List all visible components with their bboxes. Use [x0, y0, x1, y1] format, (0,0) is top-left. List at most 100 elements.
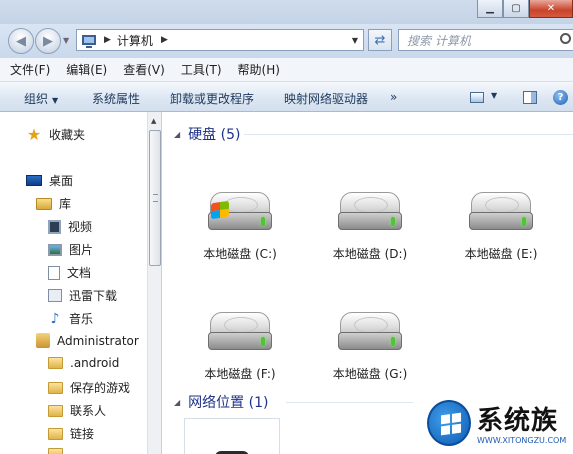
address-bar[interactable]: ▶ 计算机 ▶ ▼ — [76, 29, 364, 51]
scroll-up-icon[interactable]: ▲ — [151, 117, 156, 125]
nav-scrollbar[interactable]: ▲ — [147, 112, 162, 454]
chevron-down-icon: ▼ — [52, 96, 59, 105]
nav-item-label: 迅雷下载 — [69, 289, 118, 303]
document-icon — [48, 265, 60, 280]
change-view-icon[interactable] — [470, 92, 484, 103]
games-folder-icon — [48, 381, 63, 394]
nav-item-videos[interactable]: 视频 — [48, 218, 92, 235]
menu-edit[interactable]: 编辑(E) — [66, 61, 107, 78]
organize-button[interactable]: 组织 ▼ — [24, 90, 58, 107]
chevron-down-icon[interactable]: ▼ — [347, 30, 363, 50]
more-commands-button[interactable]: » — [390, 90, 397, 104]
maximize-button[interactable]: ▢ — [503, 0, 529, 18]
chevron-down-icon[interactable]: ▼ — [491, 91, 497, 100]
drive-label: 本地磁盘 (D:) — [332, 247, 408, 261]
group-title: 硬盘 (5) — [188, 127, 241, 143]
nav-item-links[interactable]: 链接 — [48, 425, 94, 442]
menu-help[interactable]: 帮助(H) — [238, 61, 280, 78]
menu-tools[interactable]: 工具(T) — [181, 61, 222, 78]
refresh-icon: ⇄ — [374, 32, 386, 48]
nav-item-thunder-downloads[interactable]: 迅雷下载 — [48, 287, 117, 304]
recent-pages-dropdown[interactable]: ▼ — [63, 36, 69, 45]
drive-item-g[interactable]: 本地磁盘 (G:) — [315, 312, 425, 402]
navigation-pane: ★ 收藏夹 桌面 库 视频 图片 文档 迅雷下载 ♪ 音乐 Administra… — [0, 112, 147, 454]
nav-item-label: 视频 — [68, 220, 93, 234]
computer-icon — [82, 35, 96, 48]
drive-label: 本地磁盘 (F:) — [204, 367, 276, 381]
chevron-right-icon[interactable]: ▶ — [161, 35, 168, 45]
nav-item-pictures[interactable]: 图片 — [48, 241, 93, 258]
preview-pane-icon[interactable] — [523, 91, 537, 104]
nav-item-label: 音乐 — [69, 312, 94, 326]
group-title: 网络位置 (1) — [188, 395, 269, 411]
minimize-button[interactable]: ▁ — [477, 0, 503, 18]
system-properties-button[interactable]: 系统属性 — [92, 90, 140, 107]
site-watermark: 系统族 WWW.XITONGZU.COM — [413, 392, 573, 454]
drive-item-d[interactable]: 本地磁盘 (D:) — [315, 192, 425, 282]
organize-label: 组织 — [24, 92, 49, 106]
video-icon — [48, 219, 61, 234]
refresh-button[interactable]: ⇄ — [368, 29, 392, 51]
collapse-icon[interactable]: ◢ — [174, 398, 180, 407]
hard-drive-icon — [208, 312, 272, 358]
nav-item-android[interactable]: .android — [48, 356, 119, 370]
drive-label: 本地磁盘 (E:) — [464, 247, 538, 261]
nav-item-label: 桌面 — [49, 174, 74, 188]
uninstall-program-button[interactable]: 卸载或更改程序 — [170, 90, 254, 107]
map-network-drive-button[interactable]: 映射网络驱动器 — [284, 90, 368, 107]
command-bar: 组织 ▼ 系统属性 卸载或更改程序 映射网络驱动器 » ▼ ? — [0, 82, 573, 112]
music-note-icon: ♪ — [50, 310, 60, 327]
user-folder-icon — [36, 333, 50, 348]
back-button[interactable]: ◀ — [8, 28, 34, 54]
nav-item-label: 联系人 — [70, 404, 107, 418]
close-button[interactable]: ✕ — [529, 0, 573, 18]
nav-item-label: 文档 — [67, 266, 92, 280]
drive-label: 本地磁盘 (G:) — [332, 367, 408, 381]
grip-icon — [153, 194, 158, 202]
hard-drive-icon — [208, 192, 272, 238]
nav-item-administrator[interactable]: Administrator — [36, 333, 139, 348]
nav-item-libraries[interactable]: 库 — [36, 195, 71, 212]
watermark-url: WWW.XITONGZU.COM — [477, 436, 567, 445]
nav-item-desktop[interactable]: 桌面 — [26, 172, 73, 189]
menu-bar: 文件(F) 编辑(E) 查看(V) 工具(T) 帮助(H) — [0, 58, 573, 82]
drive-item-e[interactable]: 本地磁盘 (E:) — [446, 192, 556, 282]
nav-item-music[interactable]: ♪ 音乐 — [48, 310, 93, 327]
menu-file[interactable]: 文件(F) — [10, 61, 50, 78]
scroll-thumb[interactable] — [149, 130, 161, 266]
nav-item-label: 链接 — [70, 427, 95, 441]
windows-logo-icon — [211, 200, 229, 220]
collapse-icon[interactable]: ◢ — [174, 130, 180, 139]
forward-button[interactable]: ▶ — [35, 28, 61, 54]
nav-item-favorites[interactable]: ★ 收藏夹 — [26, 126, 85, 143]
menu-view[interactable]: 查看(V) — [123, 61, 165, 78]
drive-label: 本地磁盘 (C:) — [203, 247, 277, 261]
search-placeholder: 搜索 计算机 — [407, 33, 471, 48]
star-icon: ★ — [26, 124, 42, 144]
group-header-network-locations[interactable]: ◢ 网络位置 (1) — [174, 392, 268, 412]
nav-item-saved-games[interactable]: 保存的游戏 — [48, 379, 130, 396]
nav-item-label: 库 — [59, 197, 72, 211]
nav-item-label: Administrator — [57, 333, 139, 348]
network-location-item[interactable] — [184, 418, 280, 454]
desktop-icon — [26, 175, 42, 186]
xitongzu-logo — [427, 400, 471, 446]
drive-item-c[interactable]: 本地磁盘 (C:) — [185, 192, 295, 282]
nav-item-contacts[interactable]: 联系人 — [48, 402, 106, 419]
arrow-left-icon: ◀ — [16, 33, 26, 49]
window-controls: ▁ ▢ ✕ — [477, 0, 573, 18]
hard-drive-icon — [469, 192, 533, 238]
nav-item-label: 收藏夹 — [49, 128, 86, 142]
nav-item-documents[interactable]: 文档 — [48, 264, 91, 281]
hard-drive-icon — [338, 312, 402, 358]
breadcrumb-computer[interactable]: 计算机 — [117, 32, 153, 49]
help-icon[interactable]: ? — [553, 90, 568, 105]
folder-icon — [48, 448, 63, 454]
chevron-right-icon[interactable]: ▶ — [104, 35, 111, 45]
drive-item-f[interactable]: 本地磁盘 (F:) — [185, 312, 295, 402]
group-header-hard-disks[interactable]: ◢ 硬盘 (5) — [174, 124, 240, 144]
nav-item-cutoff[interactable] — [48, 448, 70, 454]
search-input[interactable]: 搜索 计算机 — [398, 29, 573, 51]
group-divider — [244, 134, 573, 135]
search-icon[interactable] — [560, 33, 571, 44]
